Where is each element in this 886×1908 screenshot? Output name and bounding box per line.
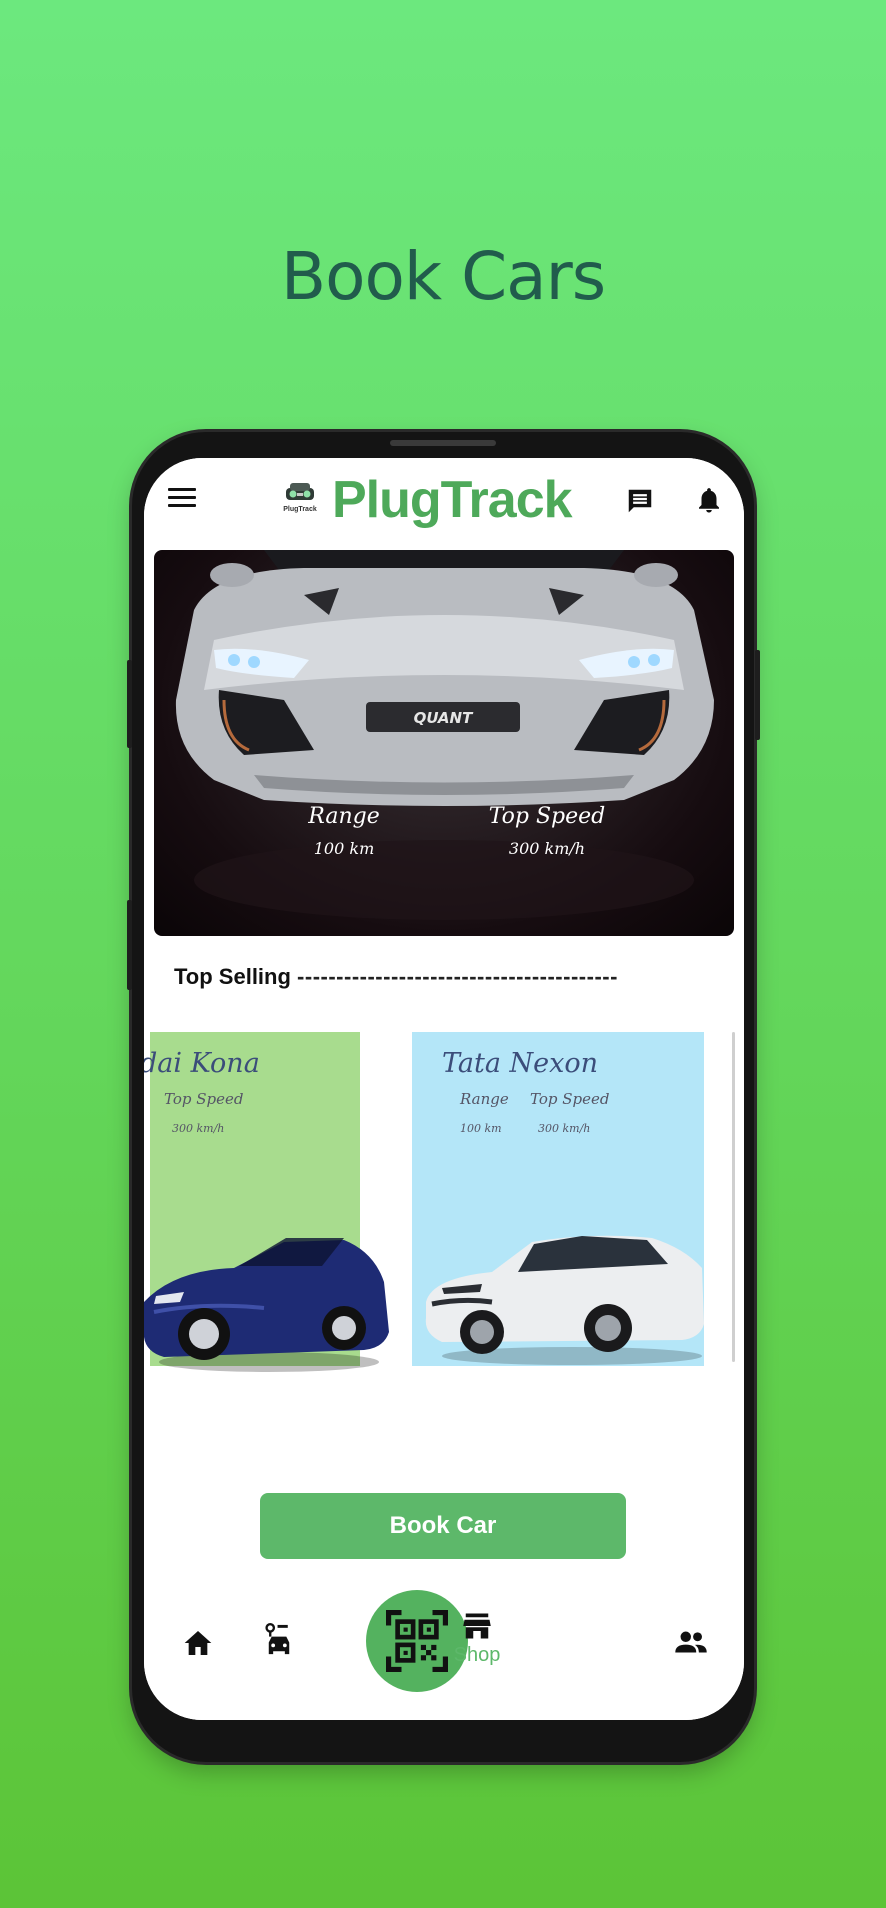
- nav-shop-label: Shop: [453, 1644, 501, 1666]
- nav-home[interactable]: [182, 1628, 214, 1658]
- car-card-range-label: Range: [460, 1090, 509, 1108]
- bottom-navigation: Shop: [144, 1576, 744, 1720]
- car-card-speed-label: Top Speed: [530, 1090, 610, 1108]
- brand-title: PlugTrack: [332, 471, 573, 529]
- car-card-image: [144, 1238, 389, 1372]
- car-card-speed-value: 300 km/h: [538, 1122, 591, 1135]
- nav-charging[interactable]: [264, 1622, 294, 1660]
- phone-side-button: [127, 900, 132, 990]
- app-screen: PlugTrack PlugTrack QUANT Range 100 km T…: [144, 458, 744, 1720]
- car-card-name: Tata Nexon: [442, 1048, 599, 1079]
- notification-bell-icon[interactable]: [694, 484, 724, 516]
- car-card-image: [425, 1235, 704, 1365]
- car-card[interactable]: dai Kona Top Speed 300 km/h: [144, 1032, 389, 1372]
- nav-community[interactable]: [674, 1630, 708, 1654]
- hero-range-value: 100 km: [313, 839, 375, 858]
- car-card-name: dai Kona: [144, 1048, 260, 1079]
- car-badge: QUANT: [414, 709, 474, 727]
- hero-range-stat: Range 100 km: [284, 804, 404, 858]
- top-selling-heading: Top Selling ----------------------------…: [174, 964, 714, 990]
- featured-car-banner[interactable]: QUANT Range 100 km Top Speed 300 km/h: [154, 550, 734, 936]
- hero-speed-stat: Top Speed 300 km/h: [472, 804, 622, 858]
- app-header: PlugTrack PlugTrack: [144, 458, 744, 538]
- hero-speed-label: Top Speed: [488, 804, 606, 829]
- phone-earpiece: [390, 440, 496, 446]
- home-icon: [184, 1631, 212, 1655]
- car-card-speed-value: 300 km/h: [172, 1122, 225, 1135]
- car-card-range-value: 100 km: [460, 1122, 502, 1135]
- page-headline: Book Cars: [280, 238, 606, 315]
- section-divider: ----------------------------------------…: [297, 964, 618, 989]
- logo: PlugTrack: [278, 480, 322, 522]
- shop-icon: [463, 1613, 491, 1639]
- hero-range-label: Range: [308, 804, 380, 829]
- top-selling-title: Top Selling: [174, 964, 291, 989]
- phone-side-button: [755, 650, 760, 740]
- nav-shop[interactable]: Shop: [434, 1612, 520, 1667]
- logo-car-icon: [286, 483, 314, 500]
- ev-charger-car-icon: [265, 1623, 290, 1655]
- book-car-button[interactable]: Book Car: [260, 1493, 626, 1559]
- people-icon: [675, 1631, 707, 1653]
- car-card-speed-label: Top Speed: [164, 1090, 244, 1108]
- hero-speed-value: 300 km/h: [508, 839, 586, 858]
- phone-side-button: [127, 660, 132, 748]
- featured-car-image: QUANT: [175, 550, 714, 920]
- logo-text: PlugTrack: [283, 506, 317, 513]
- chat-icon[interactable]: [624, 486, 656, 516]
- carousel-scrollbar[interactable]: [732, 1032, 735, 1362]
- menu-icon[interactable]: [168, 488, 196, 510]
- car-card[interactable]: Tata Nexon Range Top Speed 100 km 300 km…: [412, 1032, 704, 1366]
